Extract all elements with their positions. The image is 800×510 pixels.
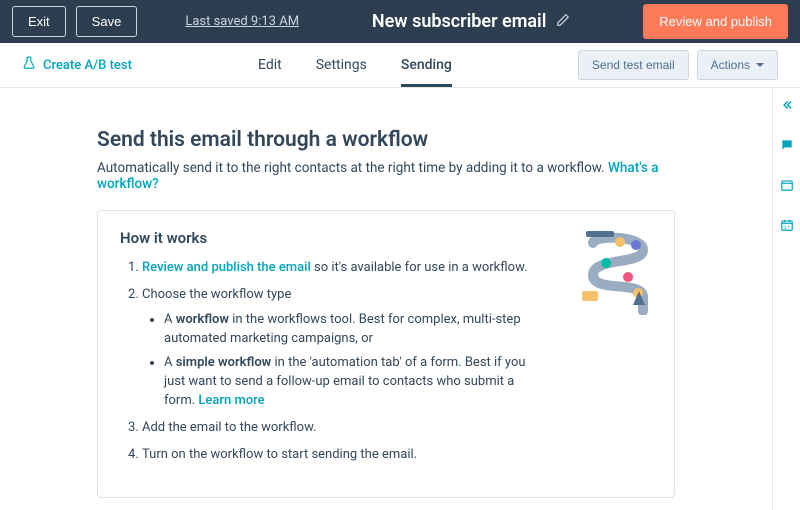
step-2-text: Choose the workflow type — [142, 287, 291, 302]
sub-header: Create A/B test Edit Settings Sending Se… — [0, 43, 800, 88]
header-actions: Send test email Actions — [578, 50, 778, 80]
calendar-day-icon[interactable] — [780, 178, 794, 196]
learn-more-link[interactable]: Learn more — [198, 393, 264, 408]
step-3: Add the email to the workflow. — [142, 419, 540, 438]
calendar-icon[interactable] — [780, 218, 794, 236]
send-test-email-button[interactable]: Send test email — [578, 50, 689, 80]
tab-edit[interactable]: Edit — [258, 43, 282, 87]
steps-list: Review and publish the email so it's ava… — [120, 259, 540, 465]
page-title-header: New subscriber email — [372, 11, 547, 32]
how-it-works-card: How it works Review and publish the emai… — [97, 210, 675, 498]
right-rail — [772, 88, 800, 510]
step-2a-bold: workflow — [176, 312, 229, 327]
review-publish-button[interactable]: Review and publish — [643, 4, 788, 39]
section-subtitle: Automatically send it to the right conta… — [97, 160, 675, 192]
workflow-illustration — [578, 225, 658, 315]
collapse-rail-icon[interactable] — [780, 98, 794, 116]
main-content: Send this email through a workflow Autom… — [0, 88, 772, 510]
create-ab-test-link[interactable]: Create A/B test — [22, 56, 132, 74]
step-4: Turn on the workflow to start sending th… — [142, 446, 540, 465]
step-2a: A workflow in the workflows tool. Best f… — [164, 311, 540, 349]
step-2a-pre: A — [164, 312, 176, 327]
subtitle-text: Automatically send it to the right conta… — [97, 160, 608, 176]
step-2b-pre: A — [164, 355, 176, 370]
ab-test-label: Create A/B test — [43, 58, 132, 73]
flask-icon — [22, 56, 36, 74]
step-1: Review and publish the email so it's ava… — [142, 259, 540, 278]
tab-settings[interactable]: Settings — [316, 43, 367, 87]
actions-dropdown[interactable]: Actions — [697, 50, 778, 80]
step-2b-bold: simple workflow — [176, 355, 272, 370]
step-2b: A simple workflow in the 'automation tab… — [164, 354, 540, 411]
title-wrap: New subscriber email — [309, 11, 633, 32]
top-header: Exit Save Last saved 9:13 AM New subscri… — [0, 0, 800, 43]
section-title: Send this email through a workflow — [97, 128, 675, 152]
step-1-rest: so it's available for use in a workflow. — [311, 260, 528, 275]
save-button[interactable]: Save — [76, 6, 138, 37]
review-publish-link[interactable]: Review and publish the email — [142, 260, 311, 275]
tabs: Edit Settings Sending — [132, 43, 578, 87]
exit-button[interactable]: Exit — [12, 6, 66, 37]
step-2: Choose the workflow type A workflow in t… — [142, 286, 540, 411]
tab-sending[interactable]: Sending — [401, 43, 452, 87]
comments-icon[interactable] — [780, 138, 794, 156]
edit-title-icon[interactable] — [556, 13, 570, 31]
last-saved-link[interactable]: Last saved 9:13 AM — [185, 14, 299, 29]
card-title: How it works — [120, 229, 652, 247]
